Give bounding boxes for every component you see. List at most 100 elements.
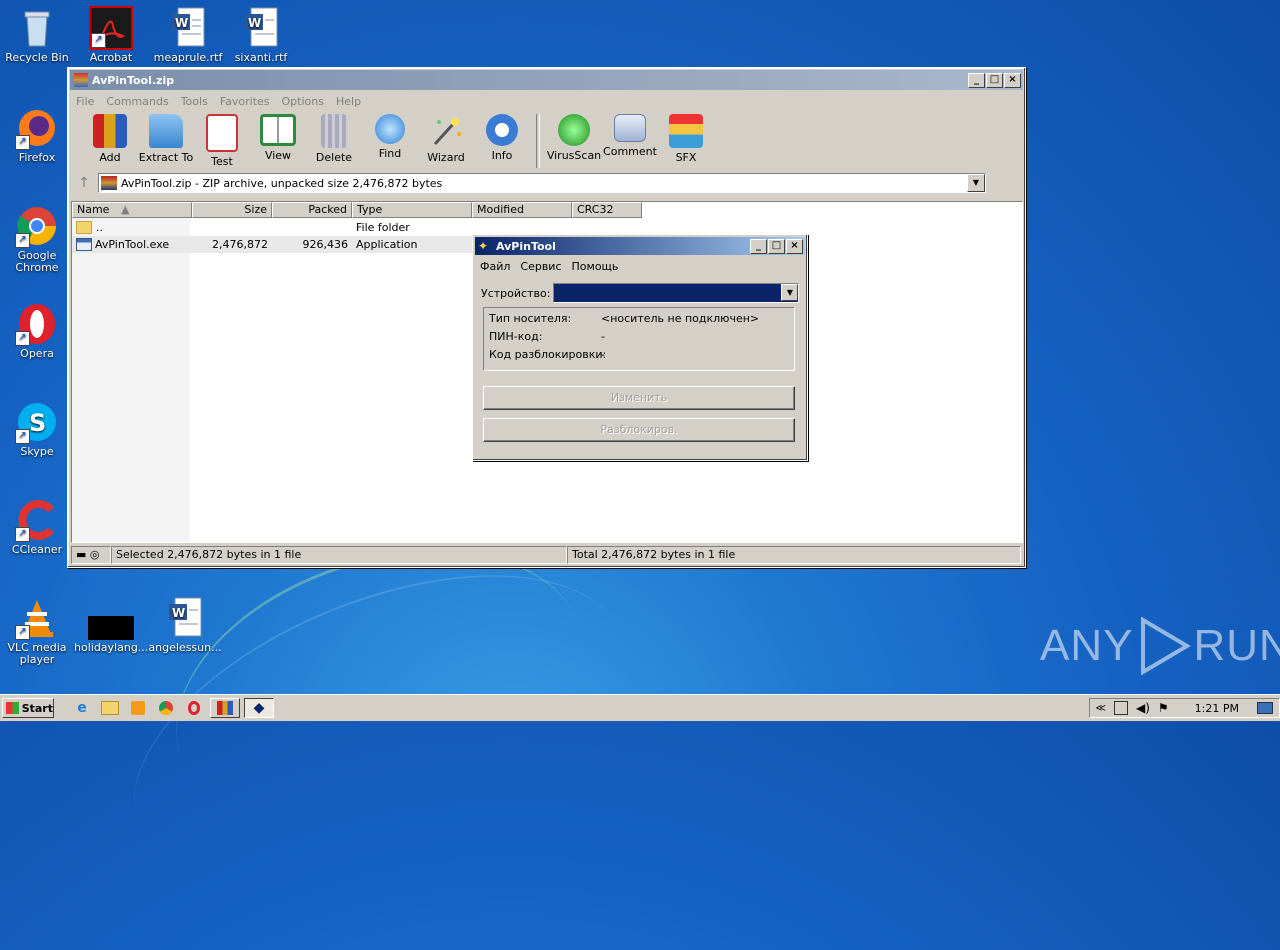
desktop-icon-holidaylang[interactable]: holidaylang... — [74, 596, 148, 654]
desktop-icon-acrobat[interactable]: ↗ Acrobat — [74, 6, 148, 64]
explorer-folder-icon[interactable] — [98, 698, 122, 718]
table-row[interactable]: AvPinTool.exe 2,476,872 926,436 Applicat… — [72, 236, 472, 253]
chrome-icon: ↗ — [15, 204, 59, 248]
up-folder-button[interactable]: ↑ — [70, 175, 98, 191]
desktop-icon-opera[interactable]: ↗ Opera — [0, 302, 74, 360]
add-button[interactable]: Add — [82, 112, 138, 164]
start-button[interactable]: Start — [2, 698, 54, 718]
avpintool-titlebar[interactable]: ✦ AvPinTool _ □ × — [475, 237, 805, 255]
chevron-down-icon[interactable]: ▼ — [967, 174, 985, 192]
status-total: Total 2,476,872 bytes in 1 file — [567, 546, 1021, 564]
desktop-icon-sixanti[interactable]: W sixanti.rtf — [224, 6, 298, 64]
menu-help[interactable]: Help — [330, 95, 367, 108]
shortcut-arrow-icon: ↗ — [15, 135, 30, 150]
menu-file-ru[interactable]: Файл — [475, 260, 515, 273]
tool-label: Comment — [603, 145, 657, 158]
info-button[interactable]: Info — [474, 112, 530, 162]
minimize-button[interactable]: _ — [750, 238, 767, 254]
desktop-icon-skype[interactable]: S ↗ Skype — [0, 400, 74, 458]
winrar-titlebar[interactable]: AvPinTool.zip _ □ × — [70, 70, 1023, 90]
magic-wand-icon — [429, 114, 463, 148]
volume-icon[interactable]: ◀) — [1136, 701, 1150, 715]
table-row[interactable]: .. File folder — [72, 219, 472, 236]
menu-commands[interactable]: Commands — [100, 95, 174, 108]
media-type-label: Тип носителя: — [489, 312, 572, 325]
desktop-icon-recycle-bin[interactable]: Recycle Bin — [0, 6, 74, 64]
drive-icon[interactable]: ▬ ◎ — [71, 546, 111, 564]
delete-button[interactable]: Delete — [306, 112, 362, 164]
play-logo-icon — [1141, 616, 1192, 676]
column-header-modified[interactable]: Modified — [472, 202, 572, 218]
desktop-icon-label: CCleaner — [11, 543, 63, 556]
column-headers: Name ▲ Size Packed Type Modified CRC32 — [72, 202, 1022, 218]
svg-text:W: W — [172, 606, 185, 620]
book-icon — [260, 114, 296, 146]
device-info-group: Тип носителя: <носитель не подключен> ПИ… — [483, 307, 795, 371]
find-button[interactable]: Find — [362, 112, 418, 160]
menu-tools[interactable]: Tools — [175, 95, 214, 108]
winrar-menubar: File Commands Tools Favorites Options He… — [68, 92, 1025, 110]
close-button[interactable]: × — [786, 238, 803, 254]
tool-label: Delete — [315, 151, 353, 164]
maximize-button[interactable]: □ — [768, 238, 785, 254]
minimize-button[interactable]: _ — [968, 72, 985, 88]
column-header-type[interactable]: Type — [352, 202, 472, 218]
menu-file[interactable]: File — [70, 95, 100, 108]
desktop-icon-chrome[interactable]: ↗ Google Chrome — [0, 204, 74, 274]
clock[interactable]: 1:21 PM — [1195, 702, 1239, 715]
desktop-icon-label: Google Chrome — [15, 249, 59, 274]
window-title: AvPinTool.zip — [92, 73, 175, 87]
maximize-button[interactable]: □ — [986, 72, 1003, 88]
device-select[interactable]: ▼ — [553, 283, 800, 303]
opera-taskbar-icon[interactable] — [182, 698, 206, 718]
device-row: Устройство: ▼ — [481, 283, 800, 303]
start-label: Start — [21, 701, 53, 715]
chevron-down-icon[interactable]: ▼ — [781, 284, 799, 301]
flag-icon[interactable]: ⚑ — [1158, 701, 1169, 715]
column-header-packed[interactable]: Packed — [272, 202, 352, 218]
desktop-icon-firefox[interactable]: ↗ Firefox — [0, 106, 74, 164]
tray-chevron-icon[interactable]: ≪ — [1096, 703, 1106, 714]
wizard-button[interactable]: Wizard — [418, 112, 474, 164]
shortcut-arrow-icon: ↗ — [91, 33, 106, 48]
unlock-button[interactable]: Разблокиров. — [483, 418, 795, 442]
chrome-taskbar-icon[interactable] — [154, 698, 178, 718]
unlock-code-value: - — [601, 348, 605, 361]
shortcut-arrow-icon: ↗ — [15, 527, 30, 542]
test-button[interactable]: Test — [194, 112, 250, 168]
desktop-icon-ccleaner[interactable]: ↗ CCleaner — [0, 498, 74, 556]
change-button[interactable]: Изменить — [483, 386, 795, 410]
file-type: Application — [356, 238, 418, 251]
extract-to-button[interactable]: Extract To — [138, 112, 194, 164]
menu-service-ru[interactable]: Сервис — [515, 260, 566, 273]
ie-icon[interactable]: e — [70, 698, 94, 718]
menu-help-ru[interactable]: Помощь — [567, 260, 624, 273]
comment-button[interactable]: Comment — [602, 112, 658, 158]
desktop-icon-label: VLC media player — [7, 641, 67, 666]
sfx-button[interactable]: SFX — [658, 112, 714, 164]
menu-options[interactable]: Options — [276, 95, 330, 108]
view-button[interactable]: View — [250, 112, 306, 162]
column-header-size[interactable]: Size — [192, 202, 272, 218]
media-player-icon[interactable] — [126, 698, 150, 718]
desktop-icon-vlc[interactable]: ↗ VLC media player — [0, 596, 74, 666]
system-tray: ≪ ◀) ⚑ 1:21 PM — [1088, 698, 1280, 718]
archive-path-combo[interactable]: AvPinTool.zip - ZIP archive, unpacked si… — [98, 173, 986, 193]
desktop-icon-angelessun[interactable]: W angelessun... — [148, 596, 222, 654]
desktop-icon-label: Firefox — [18, 151, 56, 164]
close-button[interactable]: × — [1004, 72, 1021, 88]
desktop-icon-meaprule[interactable]: W meaprule.rtf — [151, 6, 225, 64]
virusscan-button[interactable]: VirusScan — [546, 112, 602, 162]
show-desktop-icon[interactable] — [1257, 702, 1273, 714]
folder-extract-icon — [149, 114, 183, 148]
sort-ascending-icon: ▲ — [120, 203, 130, 216]
network-icon[interactable] — [1113, 701, 1128, 715]
taskbar-winrar-button[interactable] — [210, 698, 240, 718]
taskbar-avpintool-button[interactable]: ◆ — [244, 698, 274, 718]
column-header-crc32[interactable]: CRC32 — [572, 202, 642, 218]
desktop-icon-label: angelessun... — [148, 641, 222, 654]
menu-favorites[interactable]: Favorites — [214, 95, 276, 108]
desktop-icon-label: Acrobat — [89, 51, 133, 64]
watermark-left-text: ANY — [1040, 621, 1134, 670]
column-header-name[interactable]: Name ▲ — [72, 202, 192, 218]
